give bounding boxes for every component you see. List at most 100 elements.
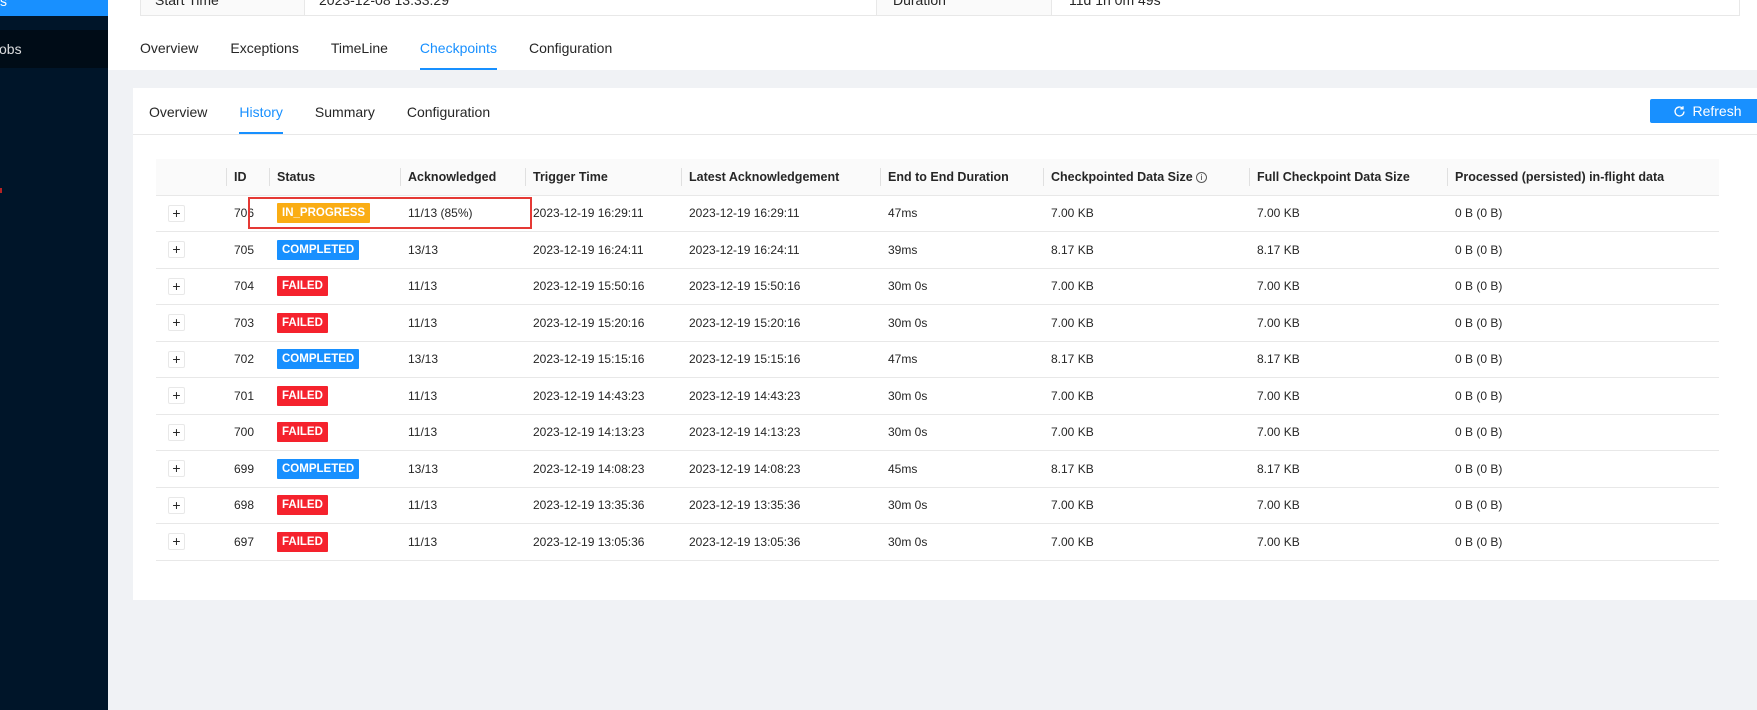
column-header-duration: End to End Duration — [880, 159, 1043, 196]
subtab-overview[interactable]: Overview — [149, 88, 207, 134]
full-size-cell: 7.00 KB — [1249, 523, 1447, 561]
trigger-time-cell: 2023-12-19 16:24:11 — [525, 231, 681, 269]
start-time-label: Start Time — [155, 0, 219, 8]
full-size-cell: 7.00 KB — [1249, 268, 1447, 305]
duration-cell: 30m 0s — [880, 268, 1043, 305]
checkpoint-id: 697 — [226, 523, 269, 561]
status-cell: FAILED — [269, 414, 400, 451]
column-header-checkpointed-size-label: Checkpointed Data Size — [1051, 169, 1193, 184]
info-icon[interactable]: i — [1196, 171, 1208, 183]
latest-ack-cell: 2023-12-19 14:08:23 — [681, 450, 880, 488]
sidebar-item-active-label: s — [0, 0, 7, 9]
divider — [304, 0, 305, 16]
trigger-time-cell: 2023-12-19 13:35:36 — [525, 487, 681, 524]
status-cell: FAILED — [269, 304, 400, 342]
trigger-time-cell: 2023-12-19 15:20:16 — [525, 304, 681, 342]
duration-cell: 30m 0s — [880, 377, 1043, 415]
latest-ack-cell: 2023-12-19 15:15:16 — [681, 341, 880, 378]
expand-row-button[interactable]: + — [168, 277, 185, 295]
subtab-summary[interactable]: Summary — [315, 88, 375, 134]
column-separator — [269, 168, 270, 186]
table-row[interactable]: +702 COMPLETED 13/13 2023-12-19 15:15:16 202… — [156, 341, 1719, 378]
job-header: Start Time 2023-12-08 13:33:29 Duration … — [108, 0, 1757, 70]
status-badge: IN_PROGRESS — [277, 203, 371, 224]
table-row[interactable]: +701 FAILED 11/13 2023-12-19 14:43:23 2023-1… — [156, 377, 1719, 415]
acknowledged-cell: 11/13 — [400, 377, 525, 415]
table-row[interactable]: +697 FAILED 11/13 2023-12-19 13:05:36 2023-1… — [156, 523, 1719, 561]
trigger-time-cell: 2023-12-19 14:08:23 — [525, 450, 681, 488]
expand-cell: + — [156, 341, 226, 378]
duration-cell: 47ms — [880, 195, 1043, 232]
sidebar-item-label: Jobs — [0, 41, 22, 57]
expand-row-button[interactable]: + — [168, 460, 185, 478]
expand-row-button[interactable]: + — [168, 387, 185, 405]
inflight-cell: 0 B (0 B) — [1447, 523, 1719, 561]
table-row[interactable]: +703 FAILED 11/13 2023-12-19 15:20:16 2023-1… — [156, 304, 1719, 342]
column-header-duration-label: End to End Duration — [888, 169, 1009, 184]
table-header-row: ID Status Acknowledged Trigger Time Late… — [156, 159, 1719, 196]
expand-row-button[interactable]: + — [168, 204, 185, 222]
subtab-configuration[interactable]: Configuration — [407, 88, 490, 134]
expand-row-button[interactable]: + — [168, 314, 185, 332]
sidebar-item-active[interactable]: s — [0, 0, 108, 16]
tab-checkpoints[interactable]: Checkpoints — [419, 38, 498, 70]
full-size-cell: 7.00 KB — [1249, 304, 1447, 342]
duration-cell: 30m 0s — [880, 304, 1043, 342]
sidebar-item-jobs[interactable]: Jobs — [0, 30, 108, 68]
trigger-time-cell: 2023-12-19 14:13:23 — [525, 414, 681, 451]
table-row[interactable]: +698 FAILED 11/13 2023-12-19 13:35:36 2023-1… — [156, 487, 1719, 524]
column-separator — [1043, 168, 1044, 186]
expand-row-button[interactable]: + — [168, 496, 185, 514]
table-row[interactable]: +706 IN_PROGRESS 11/13 (85%) 2023-12-19 16:… — [156, 195, 1719, 232]
status-badge: FAILED — [277, 422, 328, 443]
tab-exceptions[interactable]: Exceptions — [230, 38, 298, 70]
checkpointed-size-cell: 7.00 KB — [1043, 195, 1249, 232]
table-row[interactable]: +699 COMPLETED 13/13 2023-12-19 14:08:23 202… — [156, 450, 1719, 488]
table-row[interactable]: +704 FAILED 11/13 2023-12-19 15:50:16 2023-1… — [156, 268, 1719, 305]
column-header-acknowledged: Acknowledged — [400, 159, 525, 196]
checkpointed-size-cell: 7.00 KB — [1043, 414, 1249, 451]
column-header-status: Status — [269, 159, 400, 196]
start-time-value: 2023-12-08 13:33:29 — [319, 0, 449, 8]
full-size-cell: 7.00 KB — [1249, 487, 1447, 524]
status-cell: FAILED — [269, 377, 400, 415]
expand-cell: + — [156, 231, 226, 269]
status-badge: COMPLETED — [277, 458, 360, 479]
column-header-full-size-label: Full Checkpoint Data Size — [1257, 169, 1410, 184]
table-row[interactable]: +700 FAILED 11/13 2023-12-19 14:13:23 2023-1… — [156, 414, 1719, 451]
expand-row-button[interactable]: + — [168, 533, 185, 551]
table-row[interactable]: +705 COMPLETED 13/13 2023-12-19 16:24:11 202… — [156, 231, 1719, 269]
expand-row-button[interactable]: + — [168, 350, 185, 368]
column-header-checkpointed-size: Checkpointed Data Size i — [1043, 159, 1249, 196]
tab-configuration[interactable]: Configuration — [529, 38, 612, 70]
job-info-strip: Start Time 2023-12-08 13:33:29 Duration … — [140, 0, 1740, 16]
checkpointed-size-cell: 7.00 KB — [1043, 487, 1249, 524]
tab-overview[interactable]: Overview — [140, 38, 198, 70]
column-separator — [525, 168, 526, 186]
inflight-cell: 0 B (0 B) — [1447, 414, 1719, 451]
divider — [1051, 0, 1052, 16]
expand-row-button[interactable]: + — [168, 241, 185, 259]
full-size-cell: 7.00 KB — [1249, 195, 1447, 232]
checkpoint-id: 698 — [226, 487, 269, 524]
inflight-cell: 0 B (0 B) — [1447, 487, 1719, 524]
checkpoint-id: 704 — [226, 268, 269, 305]
column-separator — [880, 168, 881, 186]
checkpoints-card: Overview History Summary Configuration R… — [133, 88, 1757, 600]
inflight-cell: 0 B (0 B) — [1447, 195, 1719, 232]
checkpointed-size-cell: 7.00 KB — [1043, 304, 1249, 342]
inflight-cell: 0 B (0 B) — [1447, 450, 1719, 488]
refresh-button[interactable]: Refresh — [1650, 99, 1757, 123]
latest-ack-cell: 2023-12-19 16:29:11 — [681, 195, 880, 232]
inflight-cell: 0 B (0 B) — [1447, 377, 1719, 415]
checkpoint-id: 706 — [226, 195, 269, 232]
full-size-cell: 8.17 KB — [1249, 450, 1447, 488]
expand-row-button[interactable]: + — [168, 423, 185, 441]
status-badge: FAILED — [277, 495, 328, 516]
tab-timeline[interactable]: TimeLine — [331, 38, 388, 70]
column-header-latest-ack-label: Latest Acknowledgement — [689, 169, 840, 184]
status-cell: COMPLETED — [269, 231, 400, 269]
expand-cell: + — [156, 195, 226, 232]
subtab-history[interactable]: History — [239, 88, 283, 134]
duration-label: Duration — [893, 0, 946, 8]
